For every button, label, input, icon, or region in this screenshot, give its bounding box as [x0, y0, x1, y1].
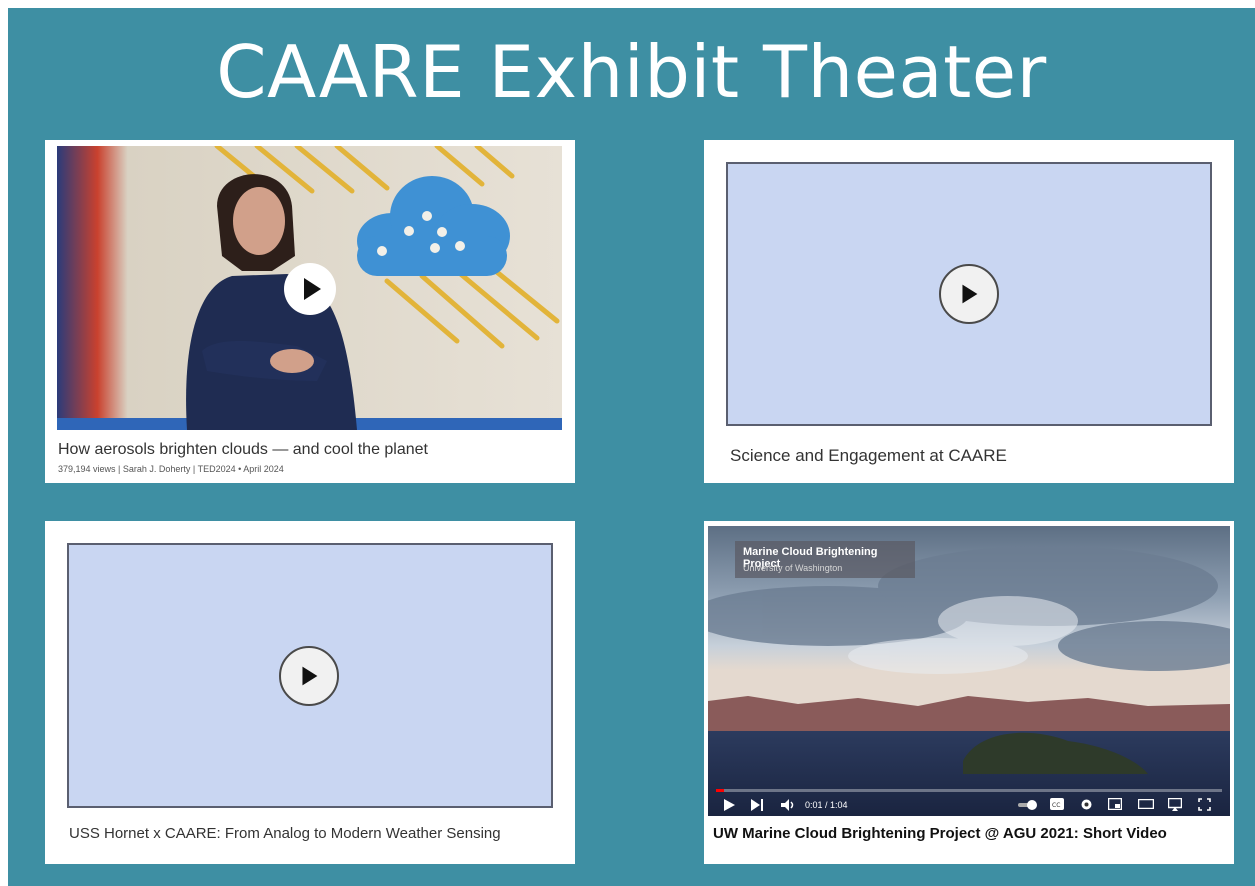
overlay-subtitle: University of Washington: [743, 563, 843, 573]
captions-icon[interactable]: CC: [1050, 798, 1064, 810]
video-card-hornet: USS Hornet x CAARE: From Analog to Moder…: [45, 521, 575, 864]
play-icon: [304, 278, 321, 300]
play-button[interactable]: [279, 646, 339, 706]
progress-track[interactable]: [716, 789, 1222, 792]
video-title[interactable]: How aerosols brighten clouds — and cool …: [58, 441, 428, 459]
progress-fill: [716, 789, 725, 792]
play-button[interactable]: [284, 263, 336, 315]
play-icon[interactable]: [722, 798, 736, 812]
play-button[interactable]: [939, 264, 999, 324]
time-display: 0:01 / 1:04: [805, 800, 848, 810]
video-title[interactable]: USS Hornet x CAARE: From Analog to Moder…: [69, 825, 501, 842]
next-icon[interactable]: [750, 798, 764, 812]
slide-title: CAARE Exhibit Theater: [216, 30, 1047, 114]
slide: CAARE Exhibit Theater How aerosols brigh…: [8, 8, 1255, 886]
channel-overlay[interactable]: Marine Cloud Brightening Project Univers…: [735, 541, 915, 578]
settings-icon[interactable]: [1080, 798, 1093, 811]
play-icon: [302, 666, 318, 686]
video-thumbnail[interactable]: [57, 146, 562, 430]
volume-icon[interactable]: [780, 798, 796, 812]
video-player[interactable]: Marine Cloud Brightening Project Univers…: [708, 526, 1230, 816]
play-icon: [962, 284, 978, 304]
video-title[interactable]: Science and Engagement at CAARE: [730, 446, 1007, 466]
video-title[interactable]: UW Marine Cloud Brightening Project @ AG…: [713, 825, 1167, 842]
miniplayer-icon[interactable]: [1108, 798, 1122, 810]
theater-mode-icon[interactable]: [1138, 799, 1154, 809]
video-card-ted: How aerosols brighten clouds — and cool …: [45, 140, 575, 483]
video-placeholder[interactable]: [67, 543, 553, 808]
video-card-caare: Science and Engagement at CAARE: [704, 140, 1234, 483]
fullscreen-icon[interactable]: [1198, 798, 1211, 811]
video-meta: 379,194 views | Sarah J. Doherty | TED20…: [58, 464, 284, 474]
autoplay-toggle-icon[interactable]: [1018, 799, 1038, 811]
cast-icon[interactable]: [1168, 798, 1182, 811]
video-card-uw: Marine Cloud Brightening Project Univers…: [704, 521, 1234, 864]
svg-text:CC: CC: [1052, 802, 1060, 809]
video-placeholder[interactable]: [726, 162, 1212, 426]
